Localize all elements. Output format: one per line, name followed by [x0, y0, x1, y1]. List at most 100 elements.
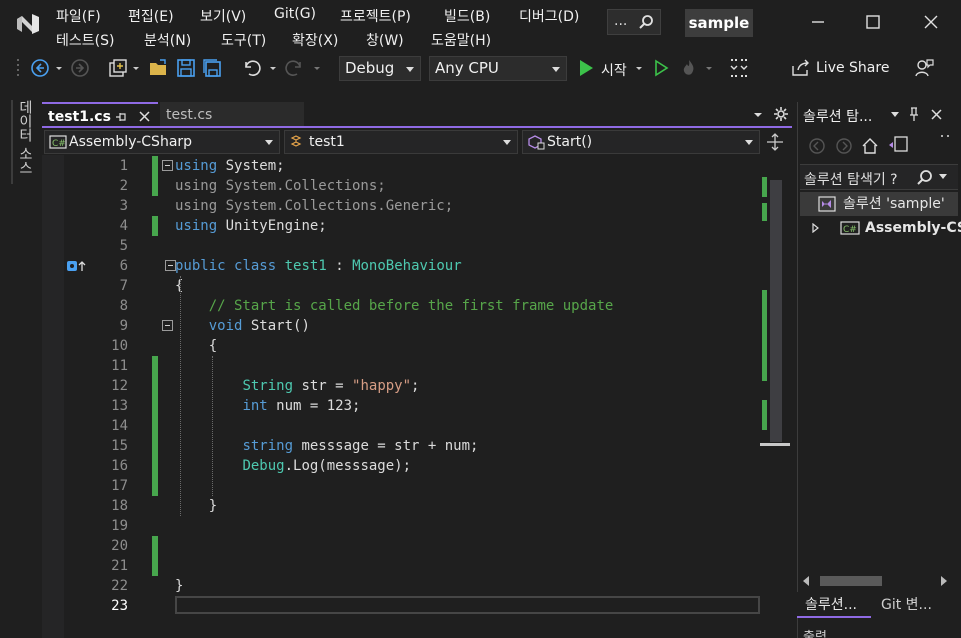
project-dropdown[interactable]: C# Assembly-CSharp	[44, 130, 280, 154]
menu-file[interactable]: 파일(F)	[56, 6, 101, 26]
back-icon[interactable]	[808, 137, 826, 155]
code-line[interactable]: 5	[42, 236, 760, 256]
expand-arrow-icon[interactable]	[812, 223, 820, 233]
hot-reload-icon[interactable]	[678, 57, 700, 79]
tree-item-solution[interactable]: 솔루션 'sample'	[800, 192, 958, 216]
code-line[interactable]: 1 using System;	[42, 156, 760, 176]
chevron-down-icon[interactable]	[938, 173, 948, 181]
code-line[interactable]: 6 public class test1 : MonoBehaviour	[42, 256, 760, 276]
overflow-icon[interactable]	[940, 134, 950, 142]
switch-views-icon[interactable]	[887, 135, 909, 155]
menu-project[interactable]: 프로젝트(P)	[340, 6, 411, 26]
menu-debug[interactable]: 디버그(D)	[519, 6, 579, 26]
close-icon[interactable]	[919, 10, 943, 34]
split-editor-icon[interactable]	[766, 133, 784, 151]
maximize-icon[interactable]	[861, 10, 885, 34]
code-line[interactable]: 20	[42, 536, 760, 556]
menu-git[interactable]: Git(G)	[274, 6, 316, 22]
code-line[interactable]: 3 using System.Collections.Generic;	[42, 196, 760, 216]
new-project-icon[interactable]	[107, 57, 129, 79]
code-line[interactable]: 17	[42, 476, 760, 496]
tab-list-dropdown-icon[interactable]	[752, 110, 764, 120]
pin-icon[interactable]	[907, 106, 921, 122]
home-icon[interactable]	[861, 137, 879, 155]
chevron-down-icon[interactable]	[634, 57, 644, 79]
feedback-icon[interactable]	[913, 57, 935, 79]
code-line[interactable]: 8 // Start is called before the first fr…	[42, 296, 760, 316]
navigate-back-icon[interactable]	[29, 57, 51, 79]
tab-test-cs[interactable]: test.cs	[160, 102, 304, 128]
panel-menu-icon[interactable]	[890, 111, 900, 119]
menu-tools[interactable]: 도구(T)	[221, 30, 266, 50]
chevron-down-icon[interactable]	[312, 57, 322, 79]
close-tab-icon[interactable]	[138, 110, 151, 123]
tab-git-changes[interactable]: Git 변...	[873, 592, 959, 618]
code-line[interactable]: 22}	[42, 576, 760, 596]
menu-extensions[interactable]: 확장(X)	[292, 30, 338, 50]
save-all-icon[interactable]	[201, 57, 223, 79]
tab-solution-explorer[interactable]: 솔루션...	[797, 592, 871, 618]
code-line[interactable]: 12 String str = "happy";	[42, 376, 760, 396]
member-dropdown[interactable]: Start()	[522, 130, 760, 154]
start-button[interactable]: 시작	[601, 60, 627, 80]
menu-window[interactable]: 창(W)	[366, 30, 404, 50]
code-line[interactable]: 21	[42, 556, 760, 576]
code-line[interactable]: 2 using System.Collections;	[42, 176, 760, 196]
code-line[interactable]: 19	[42, 516, 760, 536]
forward-icon[interactable]	[835, 137, 853, 155]
live-share-button[interactable]: Live Share	[816, 60, 889, 76]
solution-explorer-search[interactable]: 솔루션 탐색기 ?	[800, 164, 958, 190]
tab-label: test.cs	[166, 107, 213, 123]
open-folder-icon[interactable]	[148, 57, 170, 79]
code-editor[interactable]: 1 using System; 2 using System.Collections;…	[42, 155, 760, 638]
step-icons[interactable]	[728, 57, 750, 79]
scroll-left-icon[interactable]	[802, 576, 810, 586]
scroll-right-icon[interactable]	[940, 576, 948, 586]
undo-icon[interactable]	[240, 57, 262, 79]
start-debug-icon[interactable]	[575, 57, 597, 79]
chevron-down-icon[interactable]	[131, 57, 141, 79]
line-number: 3	[119, 198, 128, 214]
code-line[interactable]: 7{	[42, 276, 760, 296]
code-line[interactable]: 18 }	[42, 496, 760, 516]
data-sources-tab[interactable]: 데이터 소스	[11, 100, 33, 184]
menu-test[interactable]: 테스트(S)	[56, 30, 114, 50]
redo-icon[interactable]	[284, 57, 306, 79]
start-without-debugging-icon[interactable]	[650, 57, 672, 79]
code-line[interactable]: 9 void Start()	[42, 316, 760, 336]
code-line[interactable]: 10 {	[42, 336, 760, 356]
chevron-down-icon[interactable]	[54, 57, 64, 79]
code-line[interactable]: 14	[42, 416, 760, 436]
close-panel-icon[interactable]	[930, 108, 943, 121]
horizontal-scrollbar[interactable]	[800, 574, 958, 588]
tree-item-project[interactable]: C# Assembly-CS	[800, 216, 961, 240]
code-line[interactable]: 15 string messsage = str + num;	[42, 436, 760, 456]
code-line[interactable]: 11	[42, 356, 760, 376]
fold-toggle-icon[interactable]	[162, 160, 173, 171]
chevron-down-icon[interactable]	[704, 57, 714, 79]
fold-toggle-icon[interactable]	[162, 320, 173, 331]
menu-view[interactable]: 보기(V)	[200, 6, 246, 26]
navigate-forward-icon[interactable]	[69, 57, 91, 79]
code-line[interactable]: 13 int num = 123;	[42, 396, 760, 416]
menu-edit[interactable]: 편집(E)	[128, 6, 174, 26]
menu-build[interactable]: 빌드(B)	[444, 6, 490, 26]
tab-test1-cs[interactable]: test1.cs	[42, 102, 158, 128]
class-dropdown[interactable]: test1	[284, 130, 518, 154]
configuration-dropdown[interactable]: Debug	[339, 56, 421, 81]
chevron-down-icon[interactable]	[268, 57, 278, 79]
save-icon[interactable]	[175, 57, 197, 79]
platform-dropdown[interactable]: Any CPU	[429, 56, 567, 81]
live-share-icon[interactable]	[790, 57, 812, 79]
menu-analyze[interactable]: 분석(N)	[144, 30, 191, 50]
code-line[interactable]: 4 using UnityEngine;	[42, 216, 760, 236]
search-button[interactable]: ...	[607, 9, 661, 35]
settings-gear-icon[interactable]	[773, 106, 789, 122]
minimize-icon[interactable]	[806, 10, 830, 34]
pin-icon[interactable]	[115, 110, 127, 124]
code-line[interactable]: 16 Debug.Log(messsage);	[42, 456, 760, 476]
scrollbar-thumb[interactable]	[770, 180, 782, 442]
code-text: using UnityEngine;	[175, 218, 327, 234]
scrollbar-thumb[interactable]	[820, 576, 882, 586]
menu-help[interactable]: 도움말(H)	[431, 30, 491, 50]
